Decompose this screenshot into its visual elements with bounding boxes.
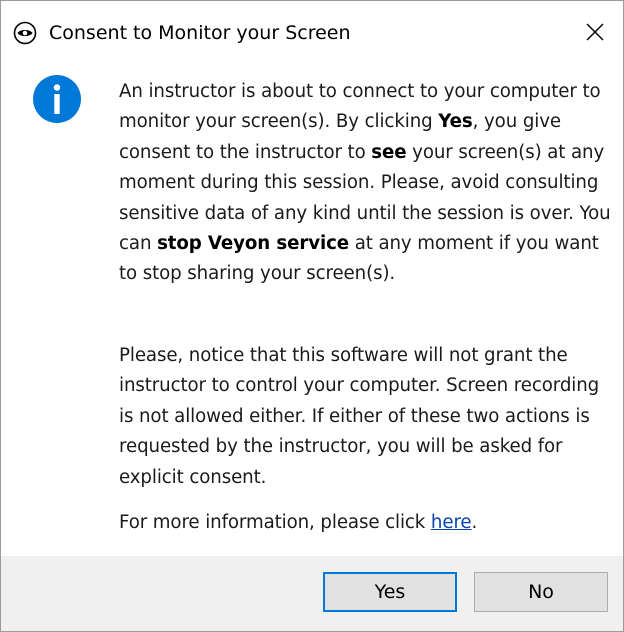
eye-icon — [13, 21, 37, 45]
window-title: Consent to Monitor your Screen — [49, 22, 351, 44]
more-info-message: For more information, please click here. — [119, 508, 615, 538]
here-link[interactable]: here — [431, 512, 472, 533]
no-button[interactable]: No — [474, 572, 608, 612]
consent-dialog: Consent to Monitor your Screen An instru… — [0, 0, 624, 632]
close-icon — [586, 23, 604, 41]
dialog-content: An instructor is about to connect to you… — [1, 63, 623, 553]
title-bar: Consent to Monitor your Screen — [1, 1, 623, 63]
button-bar: Yes No — [1, 556, 623, 631]
close-button[interactable] — [575, 15, 615, 49]
consent-message: An instructor is about to connect to you… — [119, 77, 615, 290]
yes-button[interactable]: Yes — [323, 572, 457, 612]
notice-message: Please, notice that this software will n… — [119, 345, 600, 488]
stop-service-emphasis: stop Veyon service — [157, 233, 350, 255]
more-info-text: For more information, please click — [119, 512, 431, 533]
yes-emphasis: Yes — [438, 111, 473, 133]
see-emphasis: see — [371, 141, 407, 163]
period-text: . — [471, 512, 478, 533]
info-icon — [33, 75, 81, 123]
